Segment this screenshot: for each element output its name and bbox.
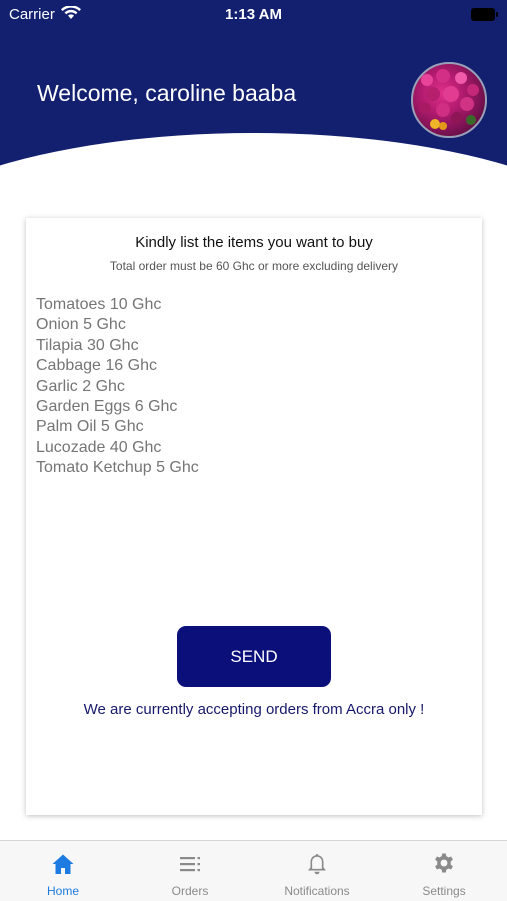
gear-icon [435, 853, 453, 873]
tab-home[interactable]: Home [0, 841, 126, 901]
order-card: Kindly list the items you want to buy To… [26, 218, 482, 815]
send-button[interactable]: SEND [177, 626, 331, 687]
tab-settings[interactable]: Settings [381, 841, 507, 901]
tab-settings-label: Settings [422, 884, 466, 898]
order-area-notice: We are currently accepting orders from A… [83, 701, 425, 718]
tab-orders-label: Orders [171, 884, 209, 898]
order-card-title: Kindly list the items you want to buy [135, 234, 373, 251]
avatar[interactable] [411, 62, 487, 138]
list-icon [180, 857, 200, 872]
header-curve [0, 133, 507, 200]
home-icon [52, 854, 74, 874]
tab-notifications-label: Notifications [284, 884, 350, 898]
order-items-input[interactable] [36, 295, 466, 615]
tab-bar: Home Orders Notifications Settings [0, 840, 507, 901]
bell-icon [308, 854, 326, 875]
status-bar: Carrier 1:13 AM [0, 0, 507, 28]
tab-orders[interactable]: Orders [127, 841, 253, 901]
welcome-message: Welcome, caroline baaba [37, 80, 297, 106]
tab-notifications[interactable]: Notifications [254, 841, 380, 901]
flowers-photo [419, 69, 479, 130]
clock-time: 1:13 AM [225, 6, 282, 23]
tab-home-label: Home [46, 884, 79, 898]
order-card-subtitle: Total order must be 60 Ghc or more exclu… [109, 259, 399, 273]
battery-icon [471, 8, 498, 21]
